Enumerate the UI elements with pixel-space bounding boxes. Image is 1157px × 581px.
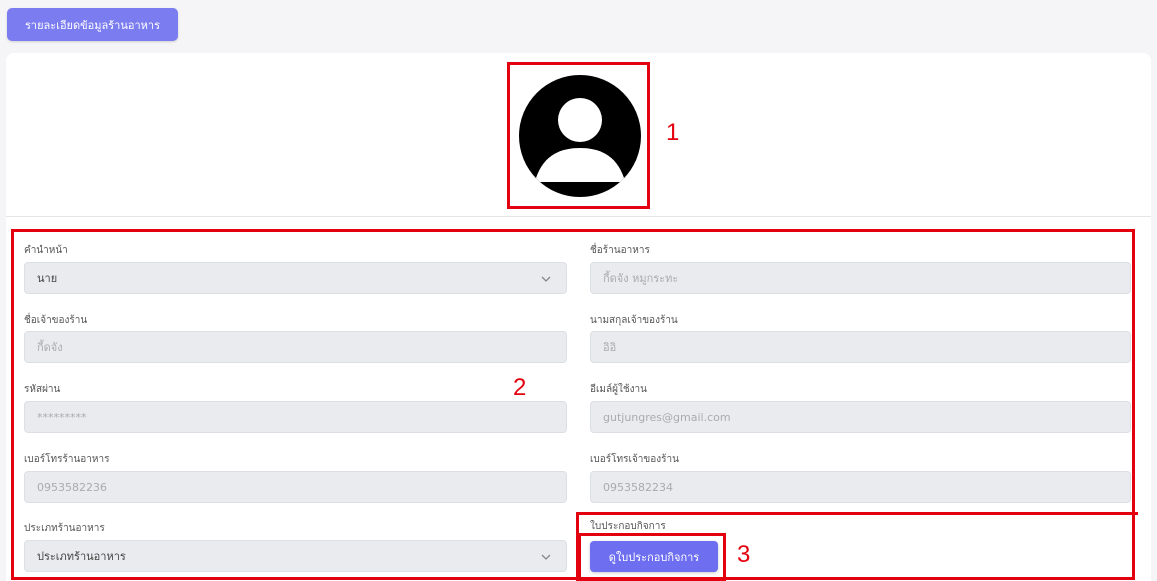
restaurant-phone-label: เบอร์โทรร้านอาหาร [24, 454, 110, 465]
restaurant-type-label: ประเภทร้านอาหาร [24, 523, 105, 534]
owner-last-name-field[interactable]: อิอิ [590, 331, 1131, 363]
annotation-number-1: 1 [666, 119, 680, 146]
restaurant-name-label: ชื่อร้านอาหาร [590, 245, 650, 256]
owner-phone-field[interactable]: 0953582234 [590, 471, 1131, 503]
restaurant-phone-field[interactable]: 0953582236 [24, 471, 567, 503]
owner-first-name-field[interactable]: กี้ดจัง [24, 331, 567, 363]
password-field[interactable]: ********* [24, 401, 567, 433]
owner-first-name-label: ชื่อเจ้าของร้าน [24, 315, 88, 326]
owner-last-name-label: นามสกุลเจ้าของร้าน [590, 315, 678, 326]
user-avatar-icon [518, 74, 642, 198]
view-license-button[interactable]: ดูใบประกอบกิจการ [590, 541, 718, 572]
restaurant-name-field[interactable]: กี้ดจัง หมูกระทะ [590, 262, 1131, 294]
prefix-select[interactable]: นาย [24, 262, 567, 294]
prefix-value: นาย [37, 272, 58, 285]
chevron-down-icon [541, 554, 551, 560]
restaurant-type-select[interactable]: ประเภทร้านอาหาร [24, 540, 567, 572]
annotation-number-2: 2 [513, 374, 527, 401]
annotation-number-3: 3 [737, 541, 751, 568]
restaurant-detail-tab[interactable]: รายละเอียดข้อมูลร้านอาหาร [7, 8, 178, 41]
password-label: รหัสผ่าน [24, 384, 61, 395]
section-divider [6, 216, 1151, 217]
email-label: อีเมล์ผู้ใช้งาน [590, 384, 648, 395]
email-field[interactable]: gutjungres@gmail.com [590, 401, 1131, 433]
restaurant-type-value: ประเภทร้านอาหาร [37, 550, 126, 563]
chevron-down-icon [541, 276, 551, 282]
license-label: ใบประกอบกิจการ [590, 521, 666, 532]
restaurant-detail-page: รายละเอียดข้อมูลร้านอาหาร 1 2 3 คำนำหน้า… [0, 0, 1157, 581]
prefix-label: คำนำหน้า [24, 245, 68, 256]
owner-phone-label: เบอร์โทรเจ้าของร้าน [590, 454, 679, 465]
